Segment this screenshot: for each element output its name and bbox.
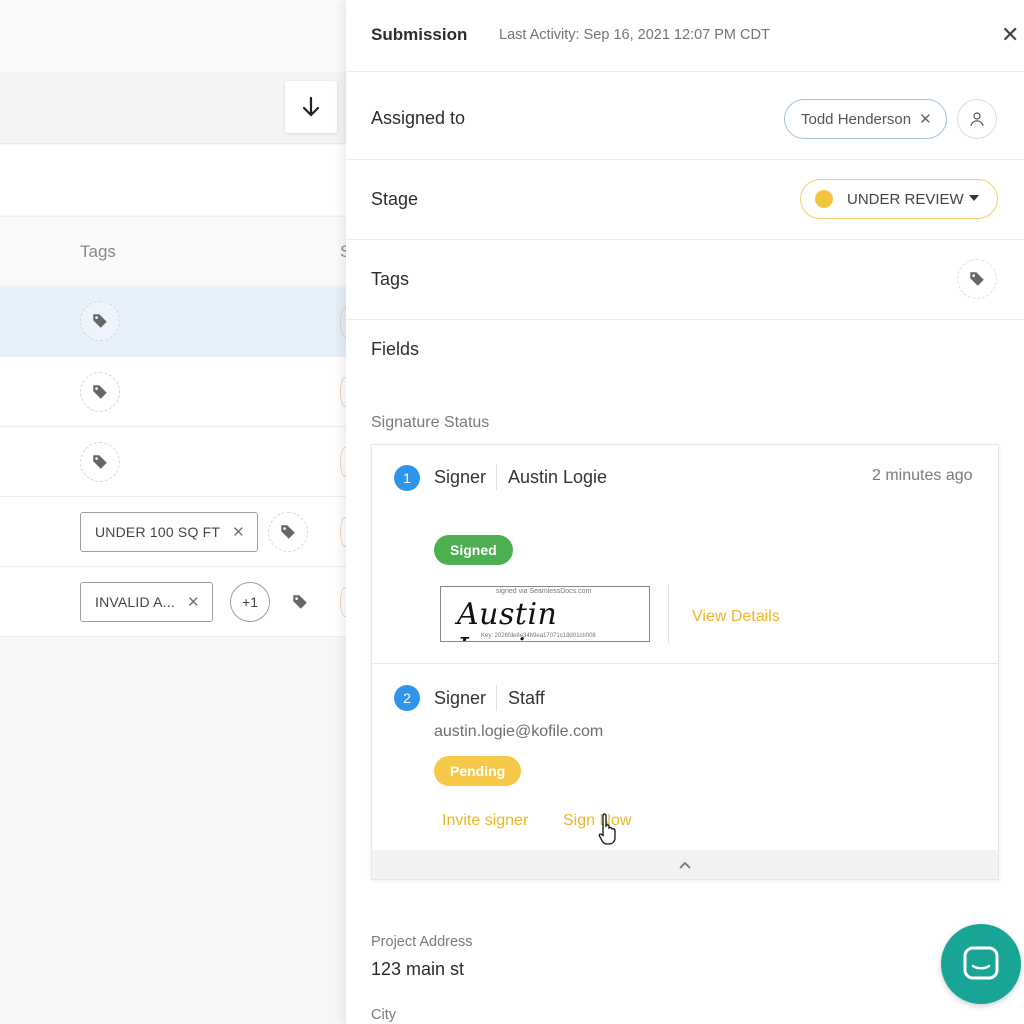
tag-icon <box>293 595 307 609</box>
invite-signer-link[interactable]: Invite signer <box>442 812 528 830</box>
view-details-link[interactable]: View Details <box>692 608 780 626</box>
project-address-label: Project Address <box>371 934 473 950</box>
tags-section: Tags <box>346 240 1024 320</box>
add-tag-button[interactable] <box>280 582 320 622</box>
signer-divider <box>372 663 998 664</box>
table-row[interactable]: UNDER 100 SQ FT ✕ <box>0 497 346 567</box>
signer-name: Austin Logie <box>508 467 608 487</box>
project-address-value: 123 main st <box>371 959 465 979</box>
last-activity: Last Activity: Sep 16, 2021 12:07 PM CDT <box>499 27 770 43</box>
remove-tag-icon[interactable]: ✕ <box>232 523 245 541</box>
chat-icon <box>963 946 999 980</box>
arrow-down-icon <box>302 96 320 117</box>
tag-icon <box>93 385 107 399</box>
signer-number-badge: 2 <box>394 685 420 711</box>
chevron-up-icon <box>679 861 691 869</box>
stage-label: Stage <box>371 189 419 209</box>
remove-tag-icon[interactable]: ✕ <box>187 593 200 611</box>
tags-label: Tags <box>371 269 410 289</box>
signer-email: austin.logie@kofile.com <box>434 723 604 740</box>
stage-dropdown[interactable]: UNDER REVIEW <box>800 179 998 219</box>
tag-icon <box>93 314 107 328</box>
submissions-list-background: Tags S UNDER 100 SQ FT ✕ INVALID A... ✕ … <box>0 0 346 1024</box>
tag-icon <box>281 525 295 539</box>
signer-number-badge: 1 <box>394 465 420 491</box>
assign-user-button[interactable] <box>957 99 997 139</box>
signature-status-card: 1 Signer Austin Logie 2 minutes ago Sign… <box>371 444 999 880</box>
tag-chip-label: UNDER 100 SQ FT <box>95 524 221 540</box>
signature-status-label: Signature Status <box>371 414 490 431</box>
caret-down-icon <box>969 195 979 201</box>
tag-icon <box>970 272 984 286</box>
list-top-band <box>0 0 346 72</box>
assignee-chip[interactable]: Todd Henderson ✕ <box>784 99 947 139</box>
add-tag-button[interactable] <box>80 372 120 412</box>
signer-role: Signer <box>434 467 487 487</box>
add-tag-button[interactable] <box>80 301 120 341</box>
fields-heading: Fields <box>371 339 420 359</box>
table-row[interactable] <box>0 427 346 497</box>
tag-chip[interactable]: UNDER 100 SQ FT ✕ <box>80 512 258 552</box>
signed-status-badge: Signed <box>434 535 513 565</box>
hand-cursor-icon <box>598 813 616 845</box>
list-column-header: Tags S <box>0 216 346 286</box>
city-label: City <box>371 1007 396 1023</box>
collapse-bar[interactable] <box>372 850 998 879</box>
stage-status-dot <box>815 190 833 208</box>
signature-caption: signed via SeamlessDocs.com <box>496 588 592 595</box>
add-tag-button[interactable] <box>80 442 120 482</box>
tag-chip[interactable]: INVALID A... ✕ <box>80 582 213 622</box>
person-icon <box>970 112 984 126</box>
signed-time: 2 minutes ago <box>872 467 973 484</box>
signature-key: Key: 2026fde8e34b9ea17071c18d01cb008 <box>481 633 596 639</box>
signer-name: Staff <box>508 688 545 708</box>
signature-image: signed via SeamlessDocs.com Austin Logie… <box>440 586 650 642</box>
chat-support-button[interactable] <box>941 924 1021 1004</box>
sort-button[interactable] <box>285 81 337 133</box>
tag-chip-label: INVALID A... <box>95 594 175 610</box>
submission-detail-panel: Submission Last Activity: Sep 16, 2021 1… <box>346 0 1024 1024</box>
list-spacer <box>0 145 346 215</box>
panel-title: Submission <box>371 25 468 44</box>
close-icon[interactable]: ✕ <box>1001 22 1019 48</box>
panel-header: Submission Last Activity: Sep 16, 2021 1… <box>346 0 1024 72</box>
table-row[interactable]: INVALID A... ✕ +1 <box>0 567 346 637</box>
add-tag-button[interactable] <box>957 259 997 299</box>
divider <box>496 685 497 711</box>
pending-status-badge: Pending <box>434 756 522 786</box>
table-row[interactable] <box>0 357 346 427</box>
stage-value: UNDER REVIEW <box>847 190 964 208</box>
remove-assignee-icon[interactable]: ✕ <box>919 110 932 128</box>
divider <box>496 464 497 490</box>
divider <box>668 585 669 643</box>
tags-column-header: Tags <box>80 242 116 261</box>
assigned-label: Assigned to <box>371 108 466 128</box>
assignee-name: Todd Henderson <box>801 110 912 128</box>
table-row[interactable] <box>0 287 346 357</box>
add-tag-button[interactable] <box>268 512 308 552</box>
signer-role: Signer <box>434 688 487 708</box>
tag-icon <box>93 455 107 469</box>
more-tags-button[interactable]: +1 <box>230 582 270 622</box>
